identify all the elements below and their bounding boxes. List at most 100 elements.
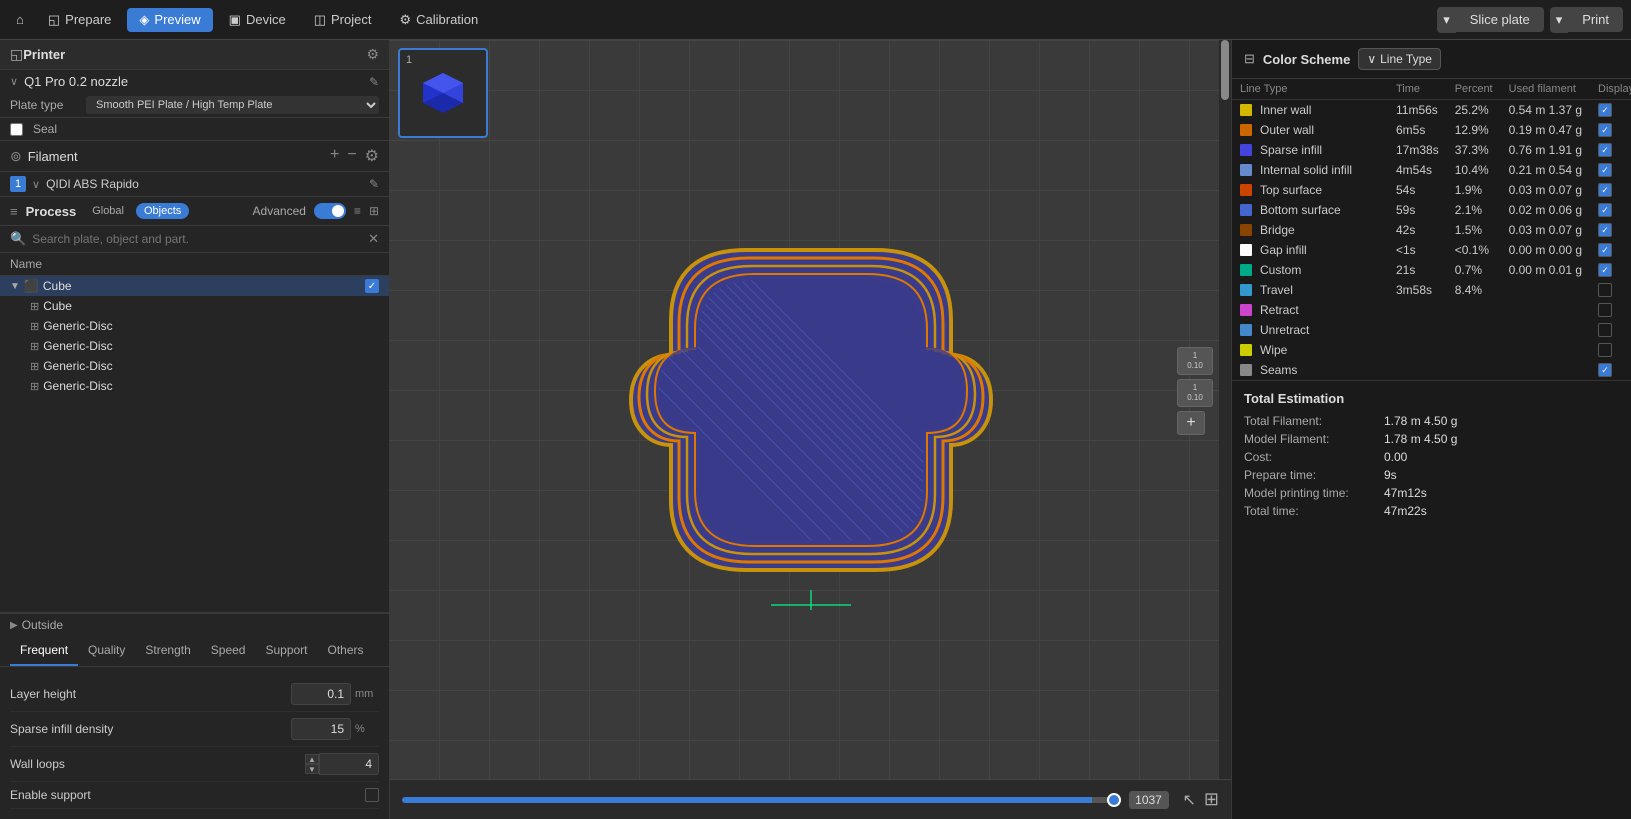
printer-icon: ◱ xyxy=(10,46,23,63)
global-tab[interactable]: Global xyxy=(84,203,132,219)
col-used-filament: Used filament xyxy=(1501,79,1590,100)
canvas-scrollbar[interactable] xyxy=(1219,40,1231,779)
tree-row-cube-group[interactable]: ▼ ⬛ Cube ✓ xyxy=(0,276,389,296)
list-view-icon[interactable]: ≡ xyxy=(354,204,361,218)
topbar: ⌂ ◱ Prepare ◈ Preview ▣ Device ◫ Project… xyxy=(0,0,1631,40)
filament-gear-icon[interactable]: ⚙ xyxy=(365,146,379,166)
device-icon: ▣ xyxy=(229,12,241,28)
estimation-row: Cost:0.00 xyxy=(1244,448,1619,466)
estimation-row: Model printing time:47m12s xyxy=(1244,484,1619,502)
tree-row-disc4[interactable]: ⊞ Generic-Disc xyxy=(0,376,389,396)
search-clear-icon[interactable]: ✕ xyxy=(368,231,379,247)
wall-loops-label: Wall loops xyxy=(10,757,305,771)
table-row: Seams ✓ xyxy=(1232,360,1631,380)
display-checkbox[interactable]: ✓ xyxy=(1598,183,1612,197)
tab-others[interactable]: Others xyxy=(318,636,374,666)
table-row: Sparse infill 17m38s 37.3% 0.76 m 1.91 g… xyxy=(1232,140,1631,160)
tree-area: ▼ ⬛ Cube ✓ ⊞ Cube ⊞ Generic-Disc ⊞ Gener… xyxy=(0,276,389,613)
tree-row-cube[interactable]: ⊞ Cube xyxy=(0,296,389,316)
objects-tab[interactable]: Objects xyxy=(136,203,189,219)
tree-row-disc3[interactable]: ⊞ Generic-Disc xyxy=(0,356,389,376)
slice-plate-button[interactable]: Slice plate xyxy=(1456,7,1544,32)
line-filament: 0.19 m 0.47 g xyxy=(1501,120,1590,140)
disc4-name: Generic-Disc xyxy=(43,379,379,393)
wall-loops-up[interactable]: ▲ xyxy=(305,754,319,764)
line-percent: 1.9% xyxy=(1447,180,1501,200)
wall-loops-input[interactable] xyxy=(319,753,379,775)
display-checkbox[interactable] xyxy=(1598,283,1612,297)
filament-expand-icon: ∨ xyxy=(32,178,40,191)
display-checkbox[interactable]: ✓ xyxy=(1598,363,1612,377)
prepare-icon: ◱ xyxy=(48,12,60,28)
cube-group-name: Cube xyxy=(43,279,361,293)
layers-stack-icon[interactable]: ⊞ xyxy=(1204,789,1219,810)
tab-speed[interactable]: Speed xyxy=(201,636,256,666)
calibration-label: Calibration xyxy=(416,12,478,27)
cube-group-checkbox[interactable]: ✓ xyxy=(365,279,379,293)
zoom-in-button[interactable]: + xyxy=(1177,411,1205,435)
display-checkbox[interactable]: ✓ xyxy=(1598,103,1612,117)
mini-box-2[interactable]: 1 0.10 xyxy=(1177,379,1213,407)
sparse-infill-input[interactable] xyxy=(291,718,351,740)
color-scheme-header: ⊟ Color Scheme ∨ Line Type xyxy=(1232,40,1631,79)
layer-slider[interactable] xyxy=(402,797,1121,803)
tree-header: Name xyxy=(0,253,389,276)
filament-edit-icon[interactable]: ✎ xyxy=(369,177,379,191)
layer-height-input[interactable] xyxy=(291,683,351,705)
calibration-button[interactable]: ⚙ Calibration xyxy=(387,8,490,32)
tab-frequent[interactable]: Frequent xyxy=(10,636,78,666)
preview-button[interactable]: ◈ Preview xyxy=(127,8,212,32)
table-row: Inner wall 11m56s 25.2% 0.54 m 1.37 g ✓ xyxy=(1232,100,1631,121)
home-button[interactable]: ⌂ xyxy=(8,8,32,31)
printer-gear-icon[interactable]: ⚙ xyxy=(366,46,379,63)
est-value: 47m12s xyxy=(1384,486,1427,500)
line-time: 42s xyxy=(1388,220,1447,240)
tree-row-disc1[interactable]: ⊞ Generic-Disc xyxy=(0,316,389,336)
filament-add-button[interactable]: + xyxy=(330,146,339,166)
printer-section-title: Printer xyxy=(23,47,366,62)
filament-remove-button[interactable]: − xyxy=(347,146,356,166)
disc2-name: Generic-Disc xyxy=(43,339,379,353)
seal-checkbox[interactable] xyxy=(10,123,23,136)
enable-support-checkbox[interactable] xyxy=(365,788,379,802)
slice-dropdown-arrow[interactable]: ▾ xyxy=(1437,7,1456,33)
line-color-swatch xyxy=(1240,104,1252,116)
tab-support[interactable]: Support xyxy=(255,636,317,666)
prepare-button[interactable]: ◱ Prepare xyxy=(36,8,124,32)
line-percent: 37.3% xyxy=(1447,140,1501,160)
cube-child-icon: ⊞ xyxy=(30,300,39,313)
display-checkbox[interactable]: ✓ xyxy=(1598,143,1612,157)
line-type-dropdown[interactable]: ∨ Line Type xyxy=(1358,48,1441,70)
plate-type-select[interactable]: Smooth PEI Plate / High Temp Plate xyxy=(86,96,379,114)
project-button[interactable]: ◫ Project xyxy=(302,8,384,32)
line-name: Unretract xyxy=(1260,323,1309,337)
display-checkbox[interactable] xyxy=(1598,343,1612,357)
process-title: Process xyxy=(26,204,77,219)
outside-row[interactable]: ▶ Outside xyxy=(0,613,389,636)
display-checkbox[interactable] xyxy=(1598,303,1612,317)
grid-view-icon[interactable]: ⊞ xyxy=(369,204,379,218)
display-checkbox[interactable]: ✓ xyxy=(1598,203,1612,217)
device-button[interactable]: ▣ Device xyxy=(217,8,298,32)
tree-row-disc2[interactable]: ⊞ Generic-Disc xyxy=(0,336,389,356)
printer-edit-icon[interactable]: ✎ xyxy=(369,75,379,89)
search-input[interactable] xyxy=(32,232,362,246)
wall-loops-down[interactable]: ▼ xyxy=(305,764,319,774)
display-checkbox[interactable] xyxy=(1598,323,1612,337)
display-checkbox[interactable]: ✓ xyxy=(1598,243,1612,257)
display-checkbox[interactable]: ✓ xyxy=(1598,123,1612,137)
tab-strength[interactable]: Strength xyxy=(135,636,200,666)
display-checkbox[interactable]: ✓ xyxy=(1598,263,1612,277)
display-checkbox[interactable]: ✓ xyxy=(1598,163,1612,177)
print-dropdown-arrow[interactable]: ▾ xyxy=(1550,7,1569,33)
line-name: Wipe xyxy=(1260,343,1287,357)
tab-quality[interactable]: Quality xyxy=(78,636,135,666)
display-checkbox[interactable]: ✓ xyxy=(1598,223,1612,237)
mini-box-1[interactable]: 1 0.10 xyxy=(1177,347,1213,375)
advanced-toggle[interactable] xyxy=(314,203,346,219)
line-name: Gap infill xyxy=(1260,243,1307,257)
line-filament xyxy=(1501,320,1590,340)
color-scheme-collapse-icon[interactable]: ⊟ xyxy=(1244,51,1255,67)
wall-loops-row: Wall loops ▲ ▼ xyxy=(10,747,379,782)
print-button[interactable]: Print xyxy=(1568,7,1623,32)
